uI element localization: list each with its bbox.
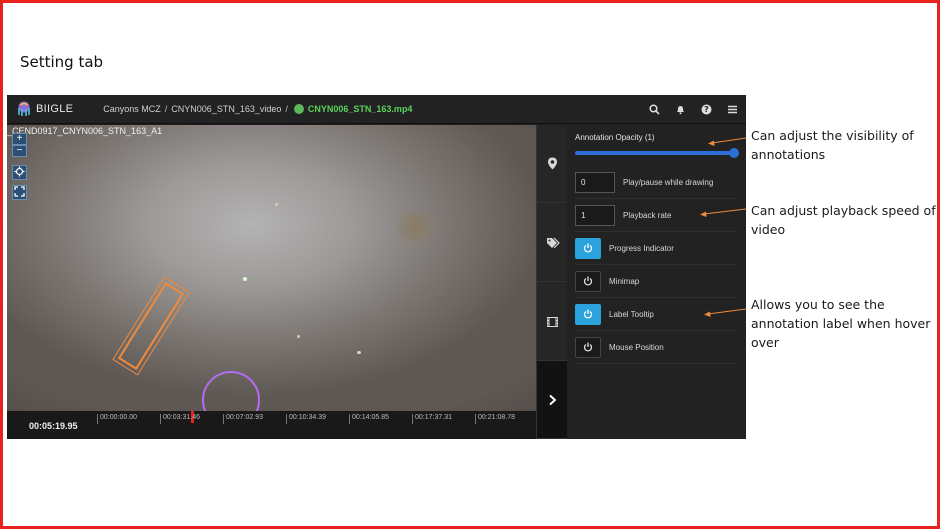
biigle-logo-icon (18, 101, 30, 116)
logo[interactable]: BIIGLE (16, 101, 73, 117)
video-timeline[interactable]: 00:05:19.95 00:00:00.00 00:03:31.46 00:0… (7, 411, 536, 439)
annotation-opacity-slider-handle[interactable] (729, 148, 739, 158)
video-filename-label: _CEND0917_CNYN006_STN_163_A1 (7, 126, 163, 136)
breadcrumb-separator: / (285, 104, 288, 114)
tab-labels[interactable] (537, 204, 568, 282)
label-tooltip-toggle[interactable] (575, 303, 601, 325)
timeline-tick: 00:10:34.39 (286, 414, 326, 424)
slide-heading: Setting tab (20, 53, 104, 71)
power-icon (583, 276, 593, 286)
label-tooltip-setting: Label Tooltip (575, 298, 738, 331)
power-icon (583, 309, 593, 319)
bell-icon[interactable] (674, 104, 686, 116)
search-icon[interactable] (648, 104, 660, 116)
opacity-callout: Can adjust the visibility of annotations (751, 128, 914, 162)
tooltip-callout: Allows you to see the annotation label w… (751, 297, 931, 350)
seafloor-speck (297, 335, 300, 338)
power-icon (583, 342, 593, 352)
timeline-track[interactable]: 00:00:00.00 00:03:31.46 00:07:02.93 00:1… (97, 411, 536, 439)
timeline-tick: 00:03:31.46 (160, 414, 200, 424)
timeline-tick: 00:14:05.85 (349, 414, 389, 424)
tab-settings[interactable] (537, 283, 568, 361)
fullscreen-icon (14, 186, 25, 197)
playback-rate-label: Playback rate (623, 210, 672, 220)
timeline-tick: 00:17:37.31 (412, 414, 452, 424)
navbar-icons: ? (648, 95, 738, 124)
tab-annotations[interactable] (537, 125, 568, 203)
mouse-position-toggle[interactable] (575, 336, 601, 358)
playback-rate-input[interactable] (575, 204, 615, 226)
settings-panel: Annotation Opacity (1) Play/pause while … (567, 125, 746, 439)
seafloor-sponge (395, 211, 435, 243)
chevron-right-icon (549, 394, 557, 405)
breadcrumb-project[interactable]: Canyons MCZ (103, 104, 161, 114)
breadcrumb: Canyons MCZ / CNYN006_STN_163_video / CN… (103, 104, 412, 114)
timeline-tick: 00:00:00.00 (97, 414, 137, 424)
breadcrumb-file[interactable]: CNYN006_STN_163.mp4 (308, 104, 413, 114)
svg-text:?: ? (704, 105, 709, 114)
minimap-toggle[interactable] (575, 270, 601, 292)
breadcrumb-separator: / (164, 104, 168, 114)
annotation-opacity-label: Annotation Opacity (1) (575, 133, 655, 142)
seafloor-speck (275, 203, 278, 206)
play-pause-input[interactable] (575, 171, 615, 193)
menu-icon[interactable] (726, 104, 738, 116)
collapse-sidebar-button[interactable] (537, 361, 568, 439)
label-tooltip-label: Label Tooltip (609, 309, 654, 319)
minimap-setting: Minimap (575, 265, 738, 298)
play-pause-label: Play/pause while drawing (623, 177, 714, 187)
zoom-in-button[interactable]: + (12, 133, 27, 145)
zoom-native-icon (14, 166, 25, 177)
help-icon[interactable]: ? (700, 104, 712, 116)
mouse-position-label: Mouse Position (609, 342, 664, 352)
minimap-label: Minimap (609, 276, 640, 286)
power-icon (583, 243, 593, 253)
play-pause-setting: Play/pause while drawing (575, 166, 738, 199)
video-canvas[interactable]: _CEND0917_CNYN006_STN_163_A1 + − (7, 125, 536, 411)
file-status-icon (293, 104, 304, 114)
map-marker-icon (548, 157, 557, 170)
playback-rate-setting: Playback rate (575, 199, 738, 232)
timeline-tick: 00:21:08.78 (475, 414, 515, 424)
progress-indicator-setting: Progress Indicator (575, 232, 738, 265)
sidebar-tabs (536, 125, 568, 439)
current-time: 00:05:19.95 (29, 421, 78, 431)
breadcrumb-volume[interactable]: CNYN006_STN_163_video (171, 104, 281, 114)
film-icon (547, 316, 558, 327)
biigle-video-annotator: BIIGLE Canyons MCZ / CNYN006_STN_163_vid… (7, 95, 746, 439)
progress-indicator-toggle[interactable] (575, 237, 601, 259)
rectangle-annotation[interactable] (114, 266, 188, 386)
annotation-opacity-slider[interactable] (575, 151, 738, 155)
top-navbar: BIIGLE Canyons MCZ / CNYN006_STN_163_vid… (7, 95, 746, 124)
brand-name: BIIGLE (36, 103, 74, 115)
zoom-to-native-button[interactable] (12, 165, 27, 180)
seafloor-speck (357, 351, 361, 354)
fullscreen-button[interactable] (12, 185, 27, 200)
tags-icon (546, 237, 560, 248)
mouse-position-setting: Mouse Position (575, 331, 738, 364)
progress-indicator-label: Progress Indicator (609, 243, 674, 253)
zoom-out-button[interactable]: − (12, 145, 27, 157)
timeline-tick: 00:07:02.93 (223, 414, 263, 424)
playback-callout: Can adjust playback speed of video (751, 203, 936, 237)
seafloor-speck (243, 277, 247, 281)
circle-annotation[interactable] (202, 371, 260, 411)
